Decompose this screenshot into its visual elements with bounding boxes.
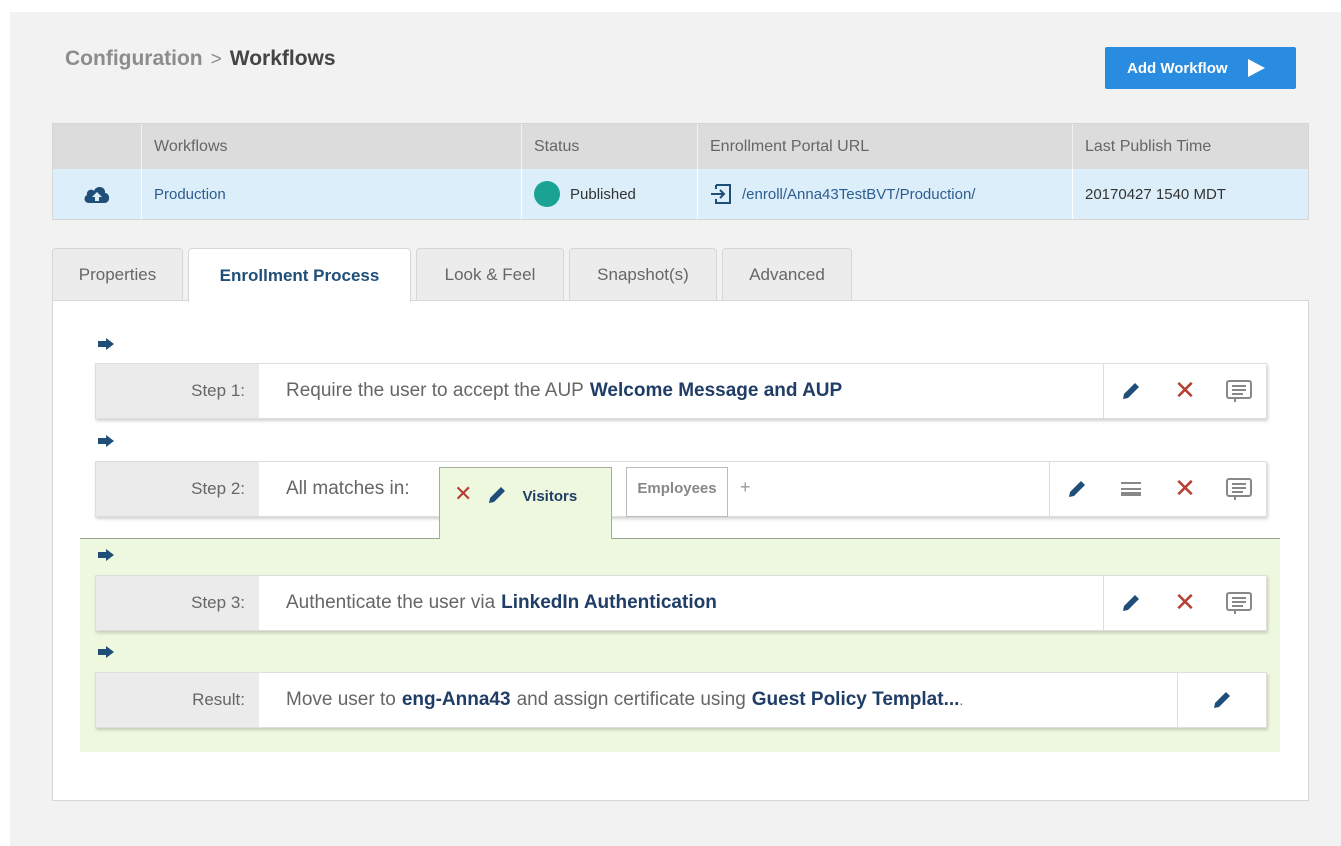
step-actions: ✕ <box>1049 462 1266 516</box>
step-label: Step 1: <box>96 364 259 418</box>
tab-enrollment-process[interactable]: Enrollment Process <box>188 248 411 302</box>
header-workflows[interactable]: Workflows <box>141 124 521 169</box>
header-status[interactable]: Status <box>521 124 697 169</box>
result-group-link[interactable]: eng-Anna43 <box>402 689 511 711</box>
delete-x-icon[interactable]: ✕ <box>1158 462 1212 516</box>
play-icon <box>1247 59 1265 77</box>
workflows-table: Workflows Status Enrollment Portal URL L… <box>52 123 1309 220</box>
status-text: Published <box>570 185 636 203</box>
edit-pencil-icon[interactable] <box>1104 576 1158 630</box>
add-workflow-button[interactable]: Add Workflow <box>1105 47 1296 89</box>
step-description: Authenticate the user via LinkedIn Authe… <box>259 576 1103 630</box>
step-text: All matches in: <box>286 478 410 499</box>
step-3: Step 3: Authenticate the user via Linked… <box>95 575 1267 631</box>
tab-bar: Properties Enrollment Process Look & Fee… <box>52 248 857 302</box>
breadcrumb: Configuration > Workflows <box>65 47 336 71</box>
table-row[interactable]: Production Published /enroll/Anna43TestB… <box>53 169 1308 219</box>
insert-step-arrow-icon[interactable] <box>98 338 114 350</box>
header-icon-cell <box>53 124 141 169</box>
condition-tab-label: Visitors <box>522 488 578 505</box>
step-description: Move user to eng-Anna43 and assign certi… <box>259 673 1177 727</box>
breadcrumb-parent[interactable]: Configuration <box>65 47 203 70</box>
header-url[interactable]: Enrollment Portal URL <box>697 124 1072 169</box>
tab-look-feel[interactable]: Look & Feel <box>416 248 564 301</box>
step-text: Authenticate the user via <box>286 592 496 613</box>
insert-step-arrow-icon[interactable] <box>98 646 114 658</box>
breadcrumb-separator: > <box>210 49 222 70</box>
add-workflow-label: Add Workflow <box>1127 59 1228 77</box>
portal-login-icon[interactable] <box>710 184 732 204</box>
insert-step-arrow-icon[interactable] <box>98 549 114 561</box>
page-title: Workflows <box>229 47 336 70</box>
step-label: Step 3: <box>96 576 259 630</box>
delete-x-icon[interactable]: ✕ <box>1158 364 1212 418</box>
comment-icon[interactable] <box>1212 462 1266 516</box>
delete-x-icon[interactable]: ✕ <box>1158 576 1212 630</box>
step-text: Require the user to accept the AUP <box>286 380 584 401</box>
step-actions <box>1177 673 1266 727</box>
table-header-row: Workflows Status Enrollment Portal URL L… <box>53 124 1308 169</box>
tab-snapshots[interactable]: Snapshot(s) <box>569 248 717 301</box>
condition-tab-employees[interactable]: Employees <box>626 467 728 517</box>
edit-pencil-icon[interactable] <box>1195 673 1249 727</box>
step-actions: ✕ <box>1103 576 1266 630</box>
tab-properties[interactable]: Properties <box>52 248 183 301</box>
step-link[interactable]: LinkedIn Authentication <box>501 592 717 614</box>
insert-step-arrow-icon[interactable] <box>98 435 114 447</box>
condition-tab-visitors[interactable]: ✕ Visitors <box>439 467 612 539</box>
last-publish-time: 20170427 1540 MDT <box>1085 185 1226 203</box>
result-step: Result: Move user to eng-Anna43 and assi… <box>95 672 1267 728</box>
delete-condition-x-icon[interactable]: ✕ <box>454 484 472 506</box>
result-text-2: and assign certificate using <box>516 689 746 710</box>
step-1: Step 1: Require the user to accept the A… <box>95 363 1267 419</box>
tab-advanced[interactable]: Advanced <box>722 248 852 301</box>
edit-pencil-icon[interactable] <box>1104 364 1158 418</box>
enrollment-url-link[interactable]: /enroll/Anna43TestBVT/Production/ <box>742 186 975 203</box>
step-description: Require the user to accept the AUP Welco… <box>259 364 1103 418</box>
step-label: Result: <box>96 673 259 727</box>
add-condition-button[interactable]: + <box>740 477 751 498</box>
result-text-1: Move user to <box>286 689 396 710</box>
cloud-upload-icon[interactable] <box>53 169 141 219</box>
reorder-menu-icon[interactable] <box>1104 462 1158 516</box>
comment-icon[interactable] <box>1212 576 1266 630</box>
result-policy-link[interactable]: Guest Policy Templat... <box>752 689 960 711</box>
header-last-publish[interactable]: Last Publish Time <box>1072 124 1308 169</box>
status-indicator-icon <box>534 181 560 207</box>
step-actions: ✕ <box>1103 364 1266 418</box>
comment-icon[interactable] <box>1212 364 1266 418</box>
edit-condition-pencil-icon[interactable] <box>486 484 508 506</box>
result-trailing-dot: . <box>959 692 964 708</box>
step-label: Step 2: <box>96 462 259 516</box>
step-link[interactable]: Welcome Message and AUP <box>590 380 842 402</box>
workflow-name-link[interactable]: Production <box>154 186 226 203</box>
edit-pencil-icon[interactable] <box>1050 462 1104 516</box>
